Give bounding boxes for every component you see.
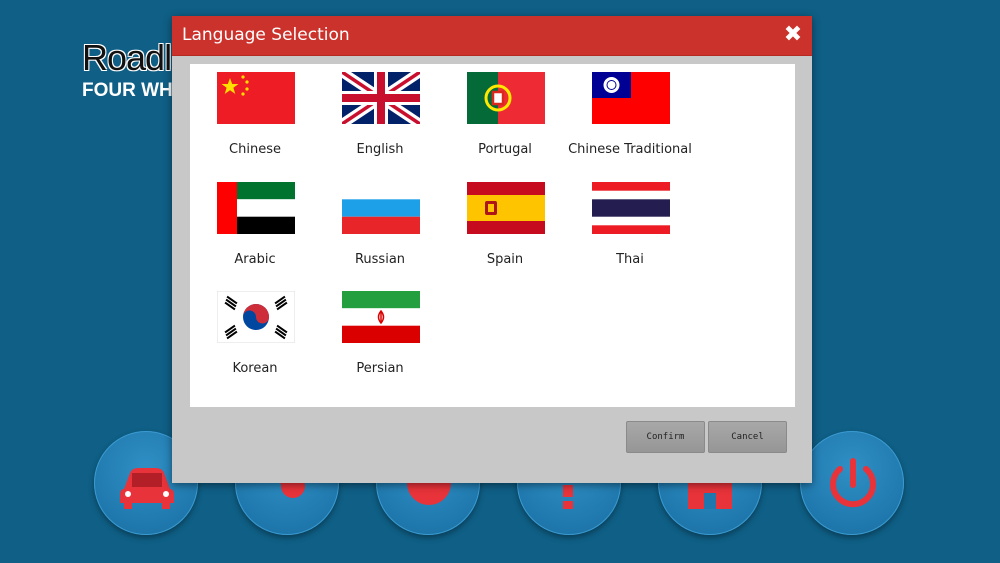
language-label: Arabic: [234, 252, 276, 267]
language-option-thai[interactable]: Thai: [565, 174, 690, 274]
language-label: Spain: [486, 252, 524, 267]
language-option-english[interactable]: English: [315, 64, 440, 164]
language-label: Thai: [616, 252, 644, 267]
app-brand: Roadl FOUR WHE: [82, 38, 185, 102]
uk-flag-icon: [342, 72, 420, 124]
close-icon[interactable]: ✖: [782, 24, 804, 46]
language-label: Korean: [232, 361, 278, 376]
china-flag-icon: [217, 72, 295, 124]
language-label: Chinese Traditional: [568, 142, 692, 157]
language-option-arabic[interactable]: Arabic: [190, 174, 315, 274]
dialog-title: Language Selection: [182, 25, 350, 45]
dialog-header: Language Selection ✖: [172, 16, 812, 56]
language-option-chinese-traditional[interactable]: Chinese Traditional: [565, 64, 692, 164]
cancel-button[interactable]: Cancel: [708, 421, 787, 453]
uae-flag-icon: [217, 182, 295, 234]
language-grid: Chinese English Portugal Chinese Traditi…: [190, 64, 795, 407]
portugal-flag-icon: [467, 72, 545, 124]
language-label: English: [356, 142, 404, 157]
language-option-russian[interactable]: Russian: [315, 174, 440, 274]
language-label: Persian: [356, 361, 404, 376]
taiwan-flag-icon: [592, 72, 670, 124]
language-option-korean[interactable]: Korean: [190, 283, 315, 383]
spain-flag-icon: [467, 182, 545, 234]
app-subtitle: FOUR WHE: [82, 80, 186, 101]
language-label: Russian: [354, 252, 406, 267]
language-label: Chinese: [229, 142, 281, 157]
language-option-spain[interactable]: Spain: [440, 174, 565, 274]
language-option-portugal[interactable]: Portugal: [440, 64, 565, 164]
language-option-persian[interactable]: Persian: [315, 283, 440, 383]
language-selection-dialog: Language Selection ✖ Chinese English Por…: [172, 16, 812, 483]
language-label: Portugal: [478, 142, 532, 157]
dock-button-power[interactable]: [800, 431, 904, 535]
confirm-button[interactable]: Confirm: [626, 421, 705, 453]
app-title: Roadl: [82, 37, 172, 78]
language-option-chinese[interactable]: Chinese: [190, 64, 315, 164]
korea-flag-icon: [217, 291, 295, 343]
power-icon: [830, 458, 876, 508]
thailand-flag-icon: [592, 182, 670, 234]
russia-flag-icon: [342, 182, 420, 234]
iran-flag-icon: [342, 291, 420, 343]
